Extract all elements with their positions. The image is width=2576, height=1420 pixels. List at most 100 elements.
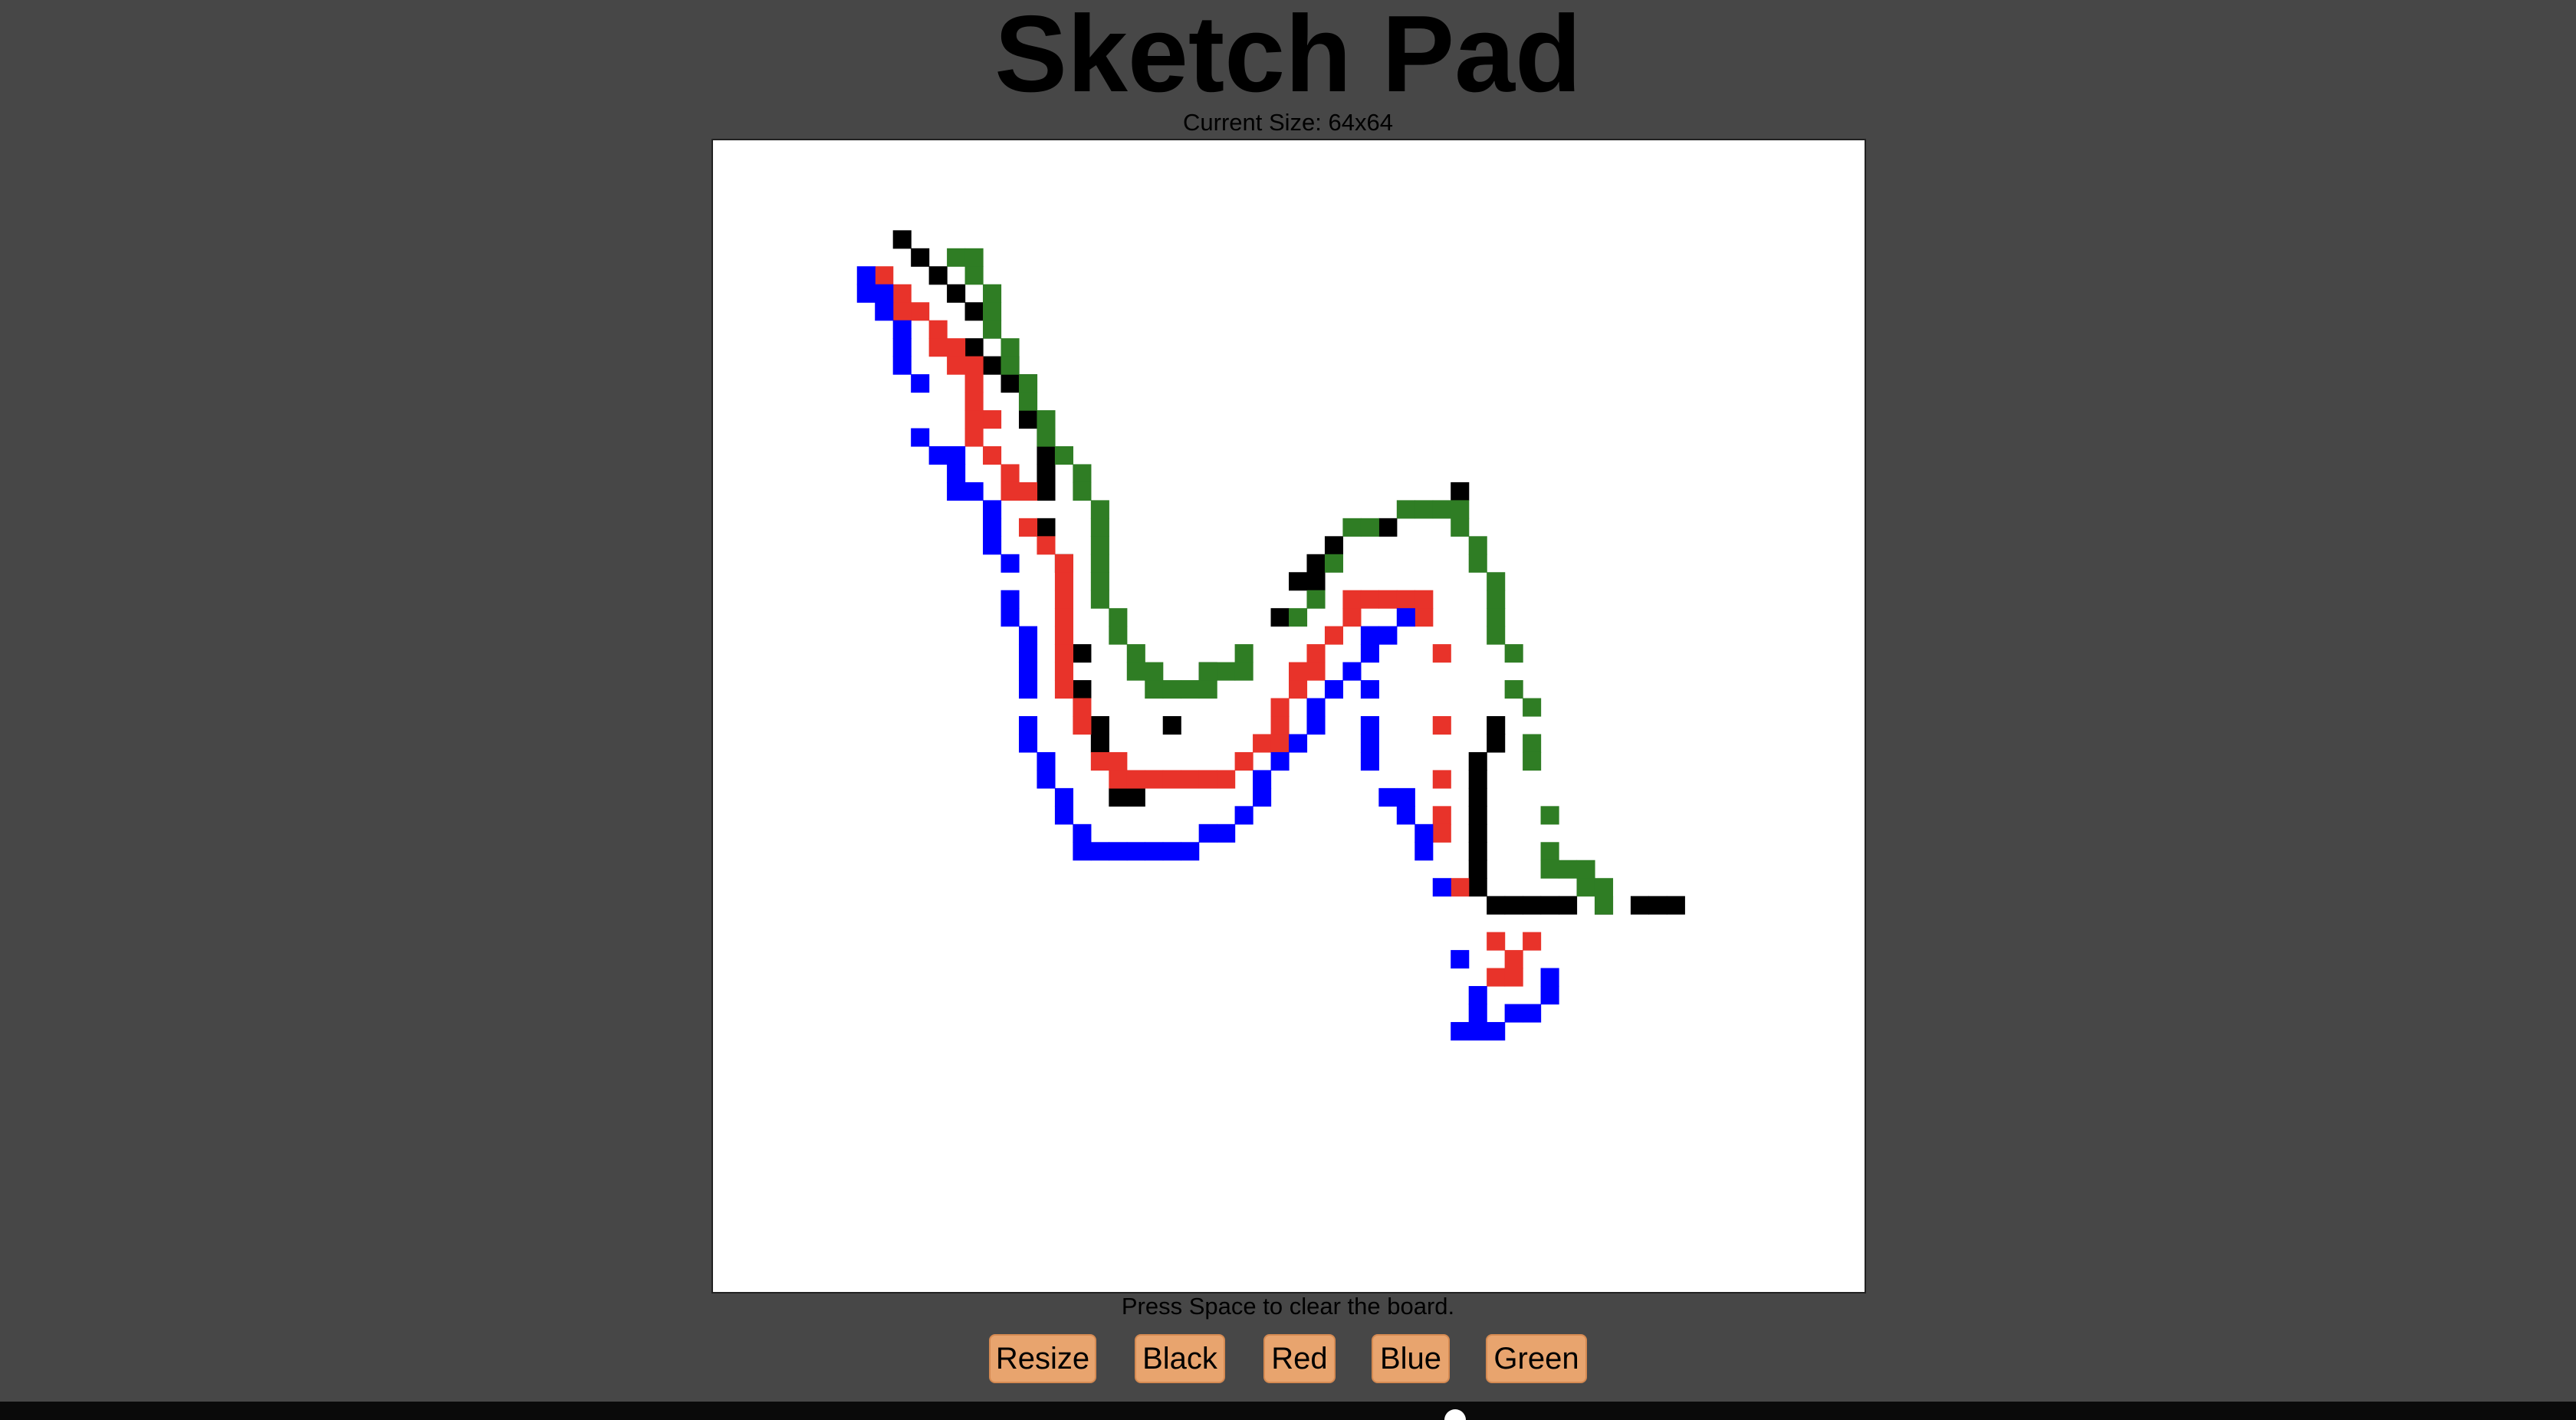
black-pixel[interactable] <box>1073 644 1092 663</box>
black-pixel[interactable] <box>892 230 912 249</box>
blue-pixel[interactable] <box>1360 734 1379 753</box>
green-pixel[interactable] <box>1360 518 1379 537</box>
bottom-scrollbar[interactable] <box>0 1402 2576 1420</box>
green-pixel[interactable] <box>1342 518 1362 537</box>
black-pixel[interactable] <box>1523 896 1542 915</box>
blue-pixel[interactable] <box>1253 787 1272 807</box>
red-pixel[interactable] <box>983 445 1002 465</box>
red-pixel[interactable] <box>1109 751 1128 771</box>
green-pixel[interactable] <box>1414 500 1434 519</box>
blue-pixel[interactable] <box>947 482 966 501</box>
blue-pixel[interactable] <box>1001 590 1020 609</box>
red-pixel[interactable] <box>1306 662 1326 681</box>
blue-pixel[interactable] <box>1037 770 1056 789</box>
black-pixel[interactable] <box>1468 823 1487 843</box>
black-pixel[interactable] <box>1270 608 1290 627</box>
green-pixel[interactable] <box>964 248 984 267</box>
green-pixel[interactable] <box>1523 698 1542 717</box>
blue-pixel[interactable] <box>1451 950 1470 969</box>
blue-pixel[interactable] <box>892 338 912 357</box>
black-color-button[interactable]: Black <box>1135 1334 1225 1383</box>
red-pixel[interactable] <box>1145 770 1164 789</box>
blue-pixel[interactable] <box>1360 644 1379 663</box>
blue-pixel[interactable] <box>947 445 966 465</box>
green-pixel[interactable] <box>1109 626 1128 645</box>
blue-pixel[interactable] <box>1001 608 1020 627</box>
red-pixel[interactable] <box>1054 662 1073 681</box>
green-pixel[interactable] <box>1198 662 1217 681</box>
red-pixel[interactable] <box>1054 572 1073 591</box>
blue-pixel[interactable] <box>1414 842 1434 861</box>
green-pixel[interactable] <box>1037 410 1056 429</box>
blue-pixel[interactable] <box>1360 680 1379 699</box>
blue-pixel[interactable] <box>1487 1021 1506 1041</box>
blue-pixel[interactable] <box>1289 734 1308 753</box>
red-pixel[interactable] <box>1414 590 1434 609</box>
black-pixel[interactable] <box>1037 518 1056 537</box>
green-pixel[interactable] <box>1090 500 1109 519</box>
blue-pixel[interactable] <box>983 536 1002 555</box>
blue-pixel[interactable] <box>1054 787 1073 807</box>
red-pixel[interactable] <box>1054 590 1073 609</box>
green-pixel[interactable] <box>1181 680 1200 699</box>
green-pixel[interactable] <box>1234 644 1254 663</box>
red-pixel[interactable] <box>1054 608 1073 627</box>
green-pixel[interactable] <box>1001 356 1020 375</box>
green-pixel[interactable] <box>1001 338 1020 357</box>
black-pixel[interactable] <box>1018 410 1038 429</box>
blue-pixel[interactable] <box>1145 842 1164 861</box>
blue-pixel[interactable] <box>1073 823 1092 843</box>
red-pixel[interactable] <box>964 410 984 429</box>
green-pixel[interactable] <box>1451 500 1470 519</box>
green-pixel[interactable] <box>1198 680 1217 699</box>
red-pixel[interactable] <box>1270 734 1290 753</box>
blue-pixel[interactable] <box>1396 608 1415 627</box>
red-pixel[interactable] <box>1451 878 1470 897</box>
green-pixel[interactable] <box>1432 500 1451 519</box>
red-pixel[interactable] <box>1487 968 1506 987</box>
blue-pixel[interactable] <box>1018 680 1038 699</box>
red-pixel[interactable] <box>964 356 984 375</box>
green-pixel[interactable] <box>1109 608 1128 627</box>
red-pixel[interactable] <box>1073 716 1092 735</box>
blue-pixel[interactable] <box>911 374 930 393</box>
black-pixel[interactable] <box>947 284 966 303</box>
red-pixel[interactable] <box>911 302 930 321</box>
black-pixel[interactable] <box>1001 374 1020 393</box>
black-pixel[interactable] <box>1559 896 1578 915</box>
blue-pixel[interactable] <box>1432 878 1451 897</box>
red-pixel[interactable] <box>1504 968 1523 987</box>
red-pixel[interactable] <box>1018 482 1038 501</box>
red-pixel[interactable] <box>964 374 984 393</box>
black-pixel[interactable] <box>1468 842 1487 861</box>
red-pixel[interactable] <box>1378 590 1398 609</box>
black-pixel[interactable] <box>1306 554 1326 573</box>
green-pixel[interactable] <box>1073 482 1092 501</box>
black-pixel[interactable] <box>1540 896 1559 915</box>
green-pixel[interactable] <box>1145 662 1164 681</box>
blue-pixel[interactable] <box>1468 986 1487 1005</box>
red-pixel[interactable] <box>1342 608 1362 627</box>
red-pixel[interactable] <box>1126 770 1145 789</box>
black-pixel[interactable] <box>1037 464 1056 483</box>
blue-pixel[interactable] <box>983 500 1002 519</box>
black-pixel[interactable] <box>1037 482 1056 501</box>
green-pixel[interactable] <box>983 284 1002 303</box>
black-pixel[interactable] <box>928 266 948 285</box>
blue-pixel[interactable] <box>1396 806 1415 825</box>
red-pixel[interactable] <box>947 356 966 375</box>
red-pixel[interactable] <box>1054 626 1073 645</box>
black-pixel[interactable] <box>964 338 984 357</box>
black-pixel[interactable] <box>1126 787 1145 807</box>
green-pixel[interactable] <box>1090 554 1109 573</box>
blue-pixel[interactable] <box>1306 698 1326 717</box>
red-pixel[interactable] <box>928 338 948 357</box>
green-pixel[interactable] <box>1523 734 1542 753</box>
green-pixel[interactable] <box>1126 644 1145 663</box>
green-pixel[interactable] <box>1487 572 1506 591</box>
green-pixel[interactable] <box>964 266 984 285</box>
blue-pixel[interactable] <box>1360 716 1379 735</box>
green-pixel[interactable] <box>1018 392 1038 411</box>
red-pixel[interactable] <box>1324 626 1344 645</box>
blue-pixel[interactable] <box>1001 554 1020 573</box>
